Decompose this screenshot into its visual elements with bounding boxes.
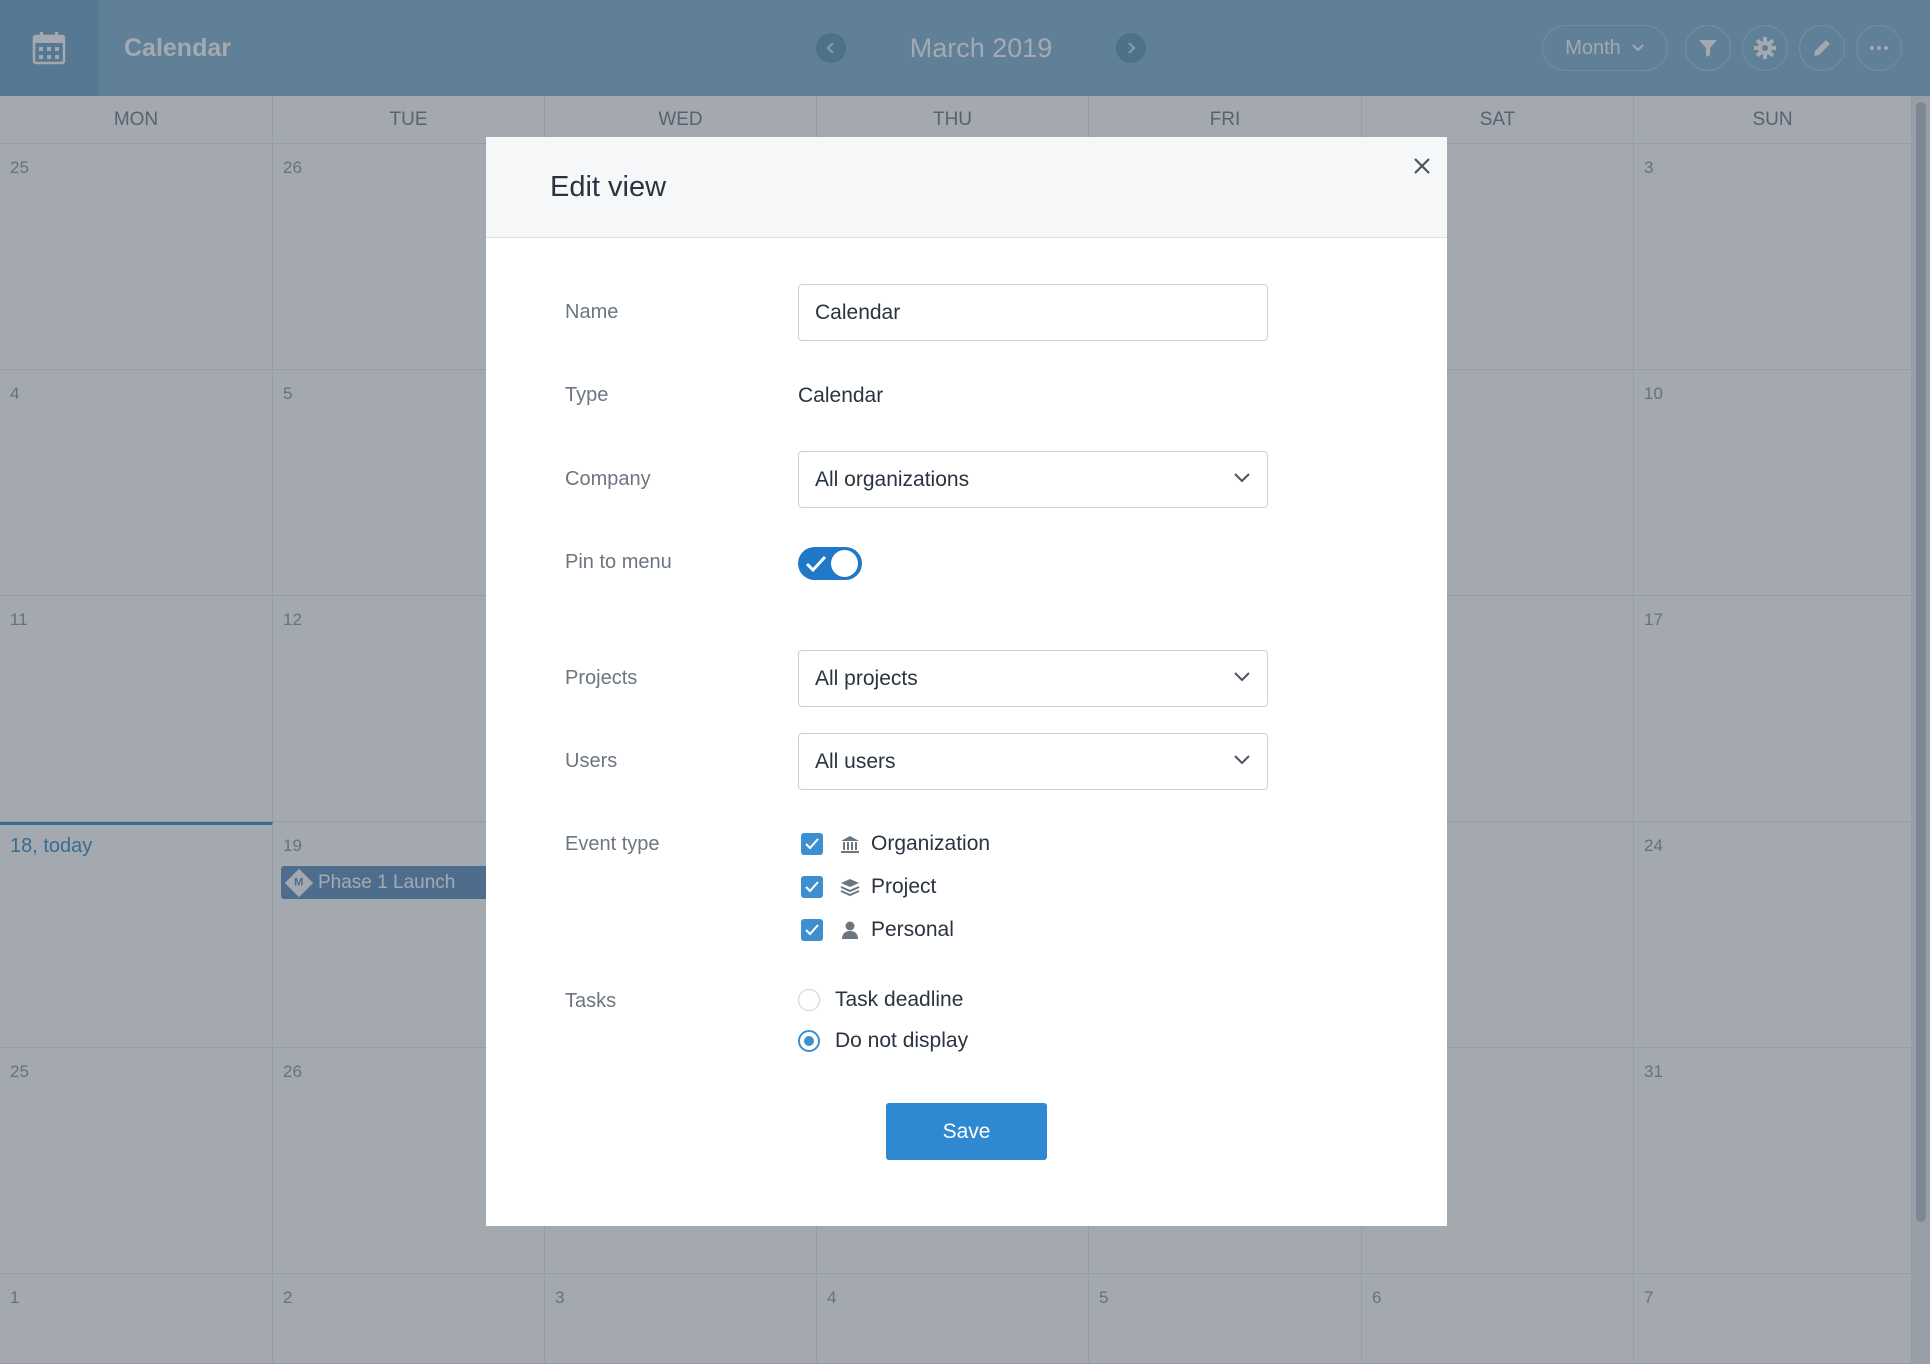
event-type-label: Event type	[565, 833, 660, 855]
save-button[interactable]: Save	[886, 1103, 1047, 1160]
personal-checkbox[interactable]	[801, 919, 823, 941]
close-button[interactable]	[1407, 151, 1437, 181]
task-deadline-option[interactable]: Task deadline	[798, 986, 963, 1014]
name-label: Name	[565, 301, 619, 323]
task-deadline-label: Task deadline	[835, 988, 964, 1011]
organization-checkbox[interactable]	[801, 833, 823, 855]
layers-icon	[839, 876, 861, 898]
users-label: Users	[565, 750, 618, 772]
event-type-project[interactable]: Project	[801, 873, 936, 901]
personal-label: Personal	[871, 918, 954, 941]
projects-select-value: All projects	[815, 666, 918, 690]
type-label: Type	[565, 384, 609, 406]
users-select-value: All users	[815, 749, 896, 773]
chevron-down-icon	[1234, 672, 1250, 682]
project-label: Project	[871, 875, 937, 898]
chevron-down-icon	[1234, 473, 1250, 483]
tasks-label: Tasks	[565, 990, 617, 1012]
check-icon	[805, 881, 819, 893]
building-icon	[839, 833, 861, 855]
dialog-title: Edit view	[550, 171, 667, 203]
name-input-value: Calendar	[815, 300, 901, 324]
pin-to-menu-toggle[interactable]	[798, 547, 862, 580]
company-label: Company	[565, 468, 651, 490]
check-icon	[805, 838, 819, 850]
type-value: Calendar	[798, 384, 884, 407]
close-icon	[1414, 158, 1430, 174]
do-not-display-option[interactable]: Do not display	[798, 1027, 968, 1055]
dialog-header: Edit view	[486, 137, 1447, 238]
check-icon	[805, 555, 827, 573]
projects-select[interactable]: All projects	[798, 650, 1268, 707]
event-type-organization[interactable]: Organization	[801, 830, 990, 858]
check-icon	[805, 924, 819, 936]
edit-view-dialog: Edit view Name Calendar Type Calendar Co…	[486, 137, 1447, 1226]
do-not-display-radio[interactable]	[798, 1030, 820, 1052]
company-select-value: All organizations	[815, 467, 970, 491]
project-checkbox[interactable]	[801, 876, 823, 898]
organization-label: Organization	[871, 832, 991, 855]
pin-to-menu-label: Pin to menu	[565, 551, 672, 573]
do-not-display-label: Do not display	[835, 1029, 969, 1052]
toggle-knob	[831, 550, 858, 577]
event-type-personal[interactable]: Personal	[801, 916, 954, 944]
projects-label: Projects	[565, 667, 638, 689]
person-icon	[839, 919, 861, 941]
name-input[interactable]: Calendar	[798, 284, 1268, 341]
company-select[interactable]: All organizations	[798, 451, 1268, 508]
task-deadline-radio[interactable]	[798, 989, 820, 1011]
users-select[interactable]: All users	[798, 733, 1268, 790]
chevron-down-icon	[1234, 755, 1250, 765]
